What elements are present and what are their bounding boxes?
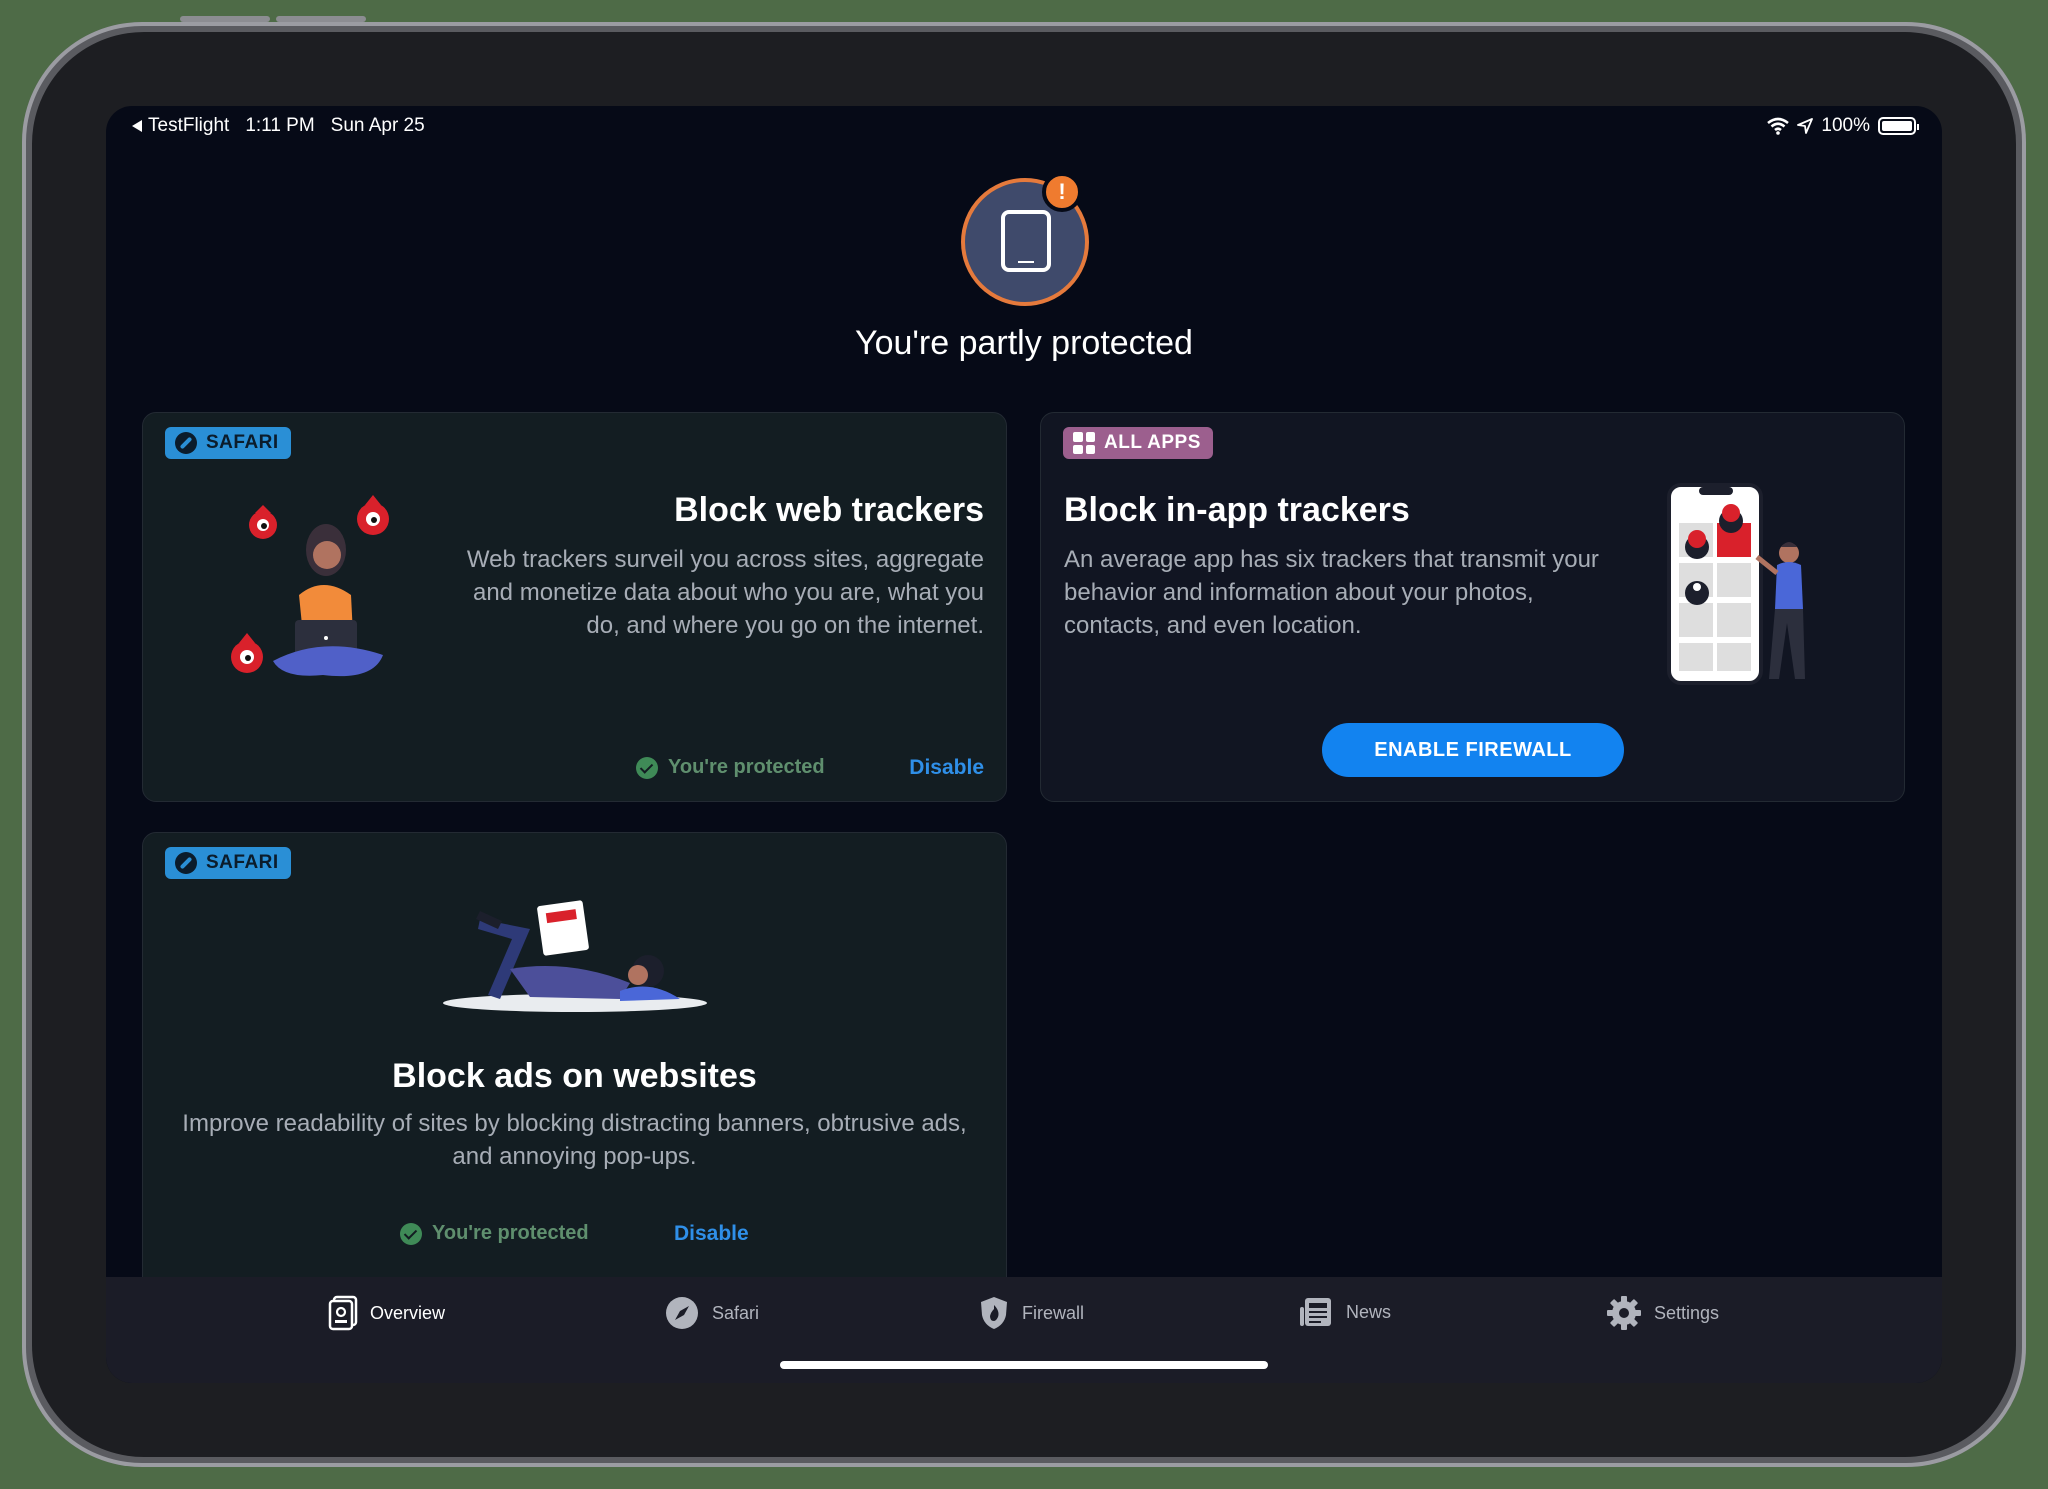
- check-icon: [636, 756, 658, 779]
- tab-label: Firewall: [1022, 1302, 1085, 1323]
- card-web-trackers: SAFARI Block web trackers Web trackers s…: [142, 412, 1007, 802]
- tab-label: Safari: [712, 1302, 760, 1323]
- wifi-icon: [1767, 117, 1790, 135]
- status-bar: TestFlight 1:11 PM Sun Apr 25 100%: [106, 106, 1942, 150]
- card-description: Improve readability of sites by blocking…: [182, 1110, 967, 1170]
- disable-web-trackers-button[interactable]: Disable: [909, 756, 984, 780]
- back-arrow-icon: [132, 120, 142, 132]
- chip-label: ALL APPS: [1104, 432, 1201, 453]
- tab-firewall[interactable]: Firewall: [978, 1295, 1084, 1331]
- tab-label: Settings: [1654, 1302, 1720, 1323]
- tab-label: Overview: [370, 1302, 446, 1323]
- tab-settings[interactable]: Settings: [1606, 1295, 1719, 1331]
- disable-ads-button[interactable]: Disable: [674, 1222, 749, 1246]
- gear-icon: [1607, 1296, 1641, 1330]
- status-time: 1:11 PM: [245, 115, 315, 136]
- tab-safari[interactable]: Safari: [664, 1295, 759, 1331]
- compass-icon: [175, 432, 197, 454]
- shield-flame-icon: [981, 1297, 1007, 1329]
- card-description: Web trackers surveil you across sites, a…: [466, 546, 984, 639]
- battery-percent: 100%: [1821, 115, 1870, 136]
- overview-icon: [328, 1295, 358, 1331]
- protected-label: You're protected: [668, 756, 825, 778]
- block-ads-illustration: [443, 900, 707, 1012]
- location-icon: [1797, 118, 1814, 134]
- app-screen: TestFlight 1:11 PM Sun Apr 25 100% ! You…: [106, 106, 1942, 1383]
- card-title: Block ads on websites: [392, 1057, 757, 1095]
- protection-title: You're partly protected: [855, 324, 1193, 362]
- chip-label: SAFARI: [206, 852, 279, 873]
- chip-label: SAFARI: [206, 432, 279, 453]
- tab-bar: Overview Safari Firewall News Settings: [106, 1277, 1942, 1383]
- in-app-trackers-illustration: [1667, 483, 1805, 685]
- tab-overview[interactable]: Overview: [328, 1295, 445, 1331]
- protected-status: You're protected: [400, 1222, 589, 1245]
- all-apps-chip: ALL APPS: [1063, 427, 1213, 459]
- tablet-icon: [1001, 210, 1051, 272]
- status-date: Sun Apr 25: [330, 115, 425, 136]
- card-block-ads: SAFARI Block ads on websites Improve rea…: [142, 832, 1007, 1292]
- back-app-label: TestFlight: [148, 115, 230, 136]
- card-description: An average app has six trackers that tra…: [1064, 546, 1599, 639]
- enable-firewall-button[interactable]: ENABLE FIREWALL: [1322, 723, 1624, 777]
- card-title: Block web trackers: [674, 491, 984, 529]
- warning-badge: !: [1042, 172, 1082, 212]
- top-button: [180, 16, 270, 22]
- card-in-app-trackers: ALL APPS Block in-app trackers An averag…: [1040, 412, 1905, 802]
- home-indicator[interactable]: [780, 1361, 1268, 1369]
- battery-icon: [1878, 117, 1919, 135]
- tab-label: News: [1346, 1301, 1392, 1322]
- compass-icon: [175, 852, 197, 874]
- compass-icon: [666, 1297, 698, 1329]
- top-button-2: [276, 16, 366, 22]
- back-to-app-button[interactable]: TestFlight: [132, 115, 229, 137]
- apps-grid-icon: [1073, 432, 1095, 454]
- safari-chip: SAFARI: [165, 847, 291, 879]
- tab-news[interactable]: News: [1298, 1295, 1391, 1329]
- card-title: Block in-app trackers: [1064, 491, 1410, 529]
- protected-status: You're protected: [636, 756, 825, 779]
- safari-chip: SAFARI: [165, 427, 291, 459]
- web-trackers-illustration: [231, 495, 389, 677]
- newspaper-icon: [1300, 1298, 1331, 1326]
- protected-label: You're protected: [432, 1222, 589, 1244]
- check-icon: [400, 1222, 422, 1245]
